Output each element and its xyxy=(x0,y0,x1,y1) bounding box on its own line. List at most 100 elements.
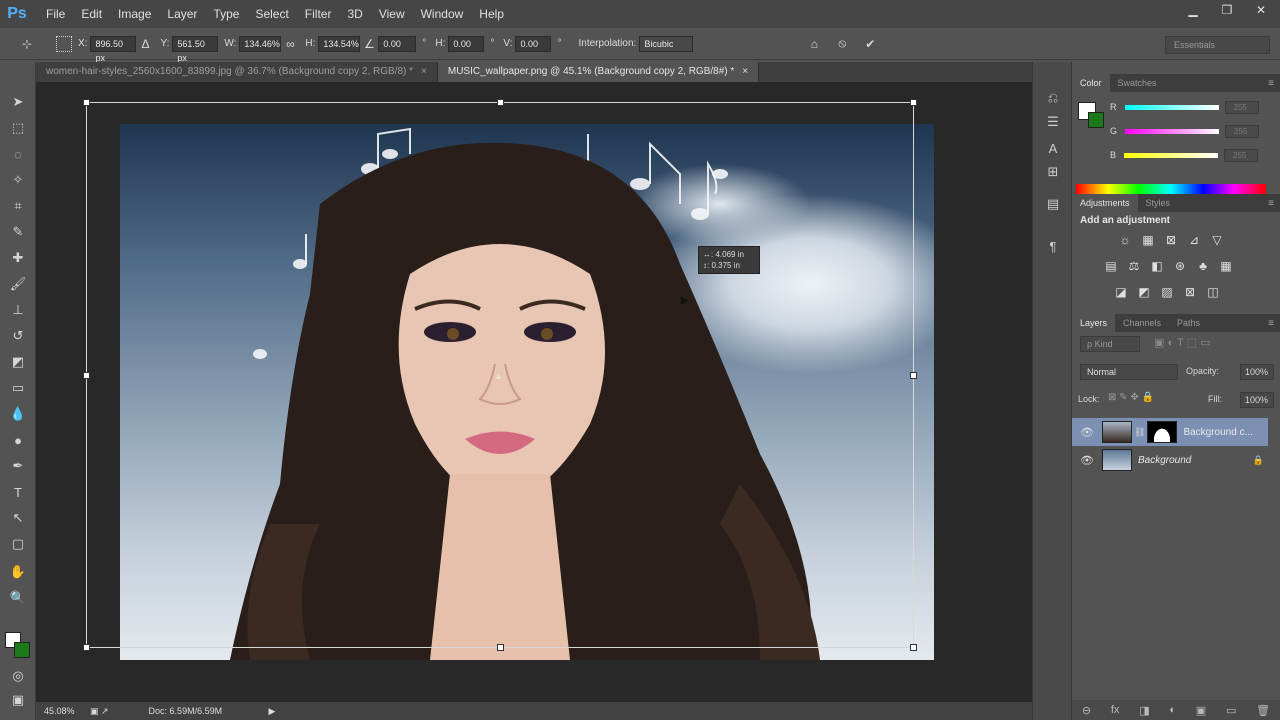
layer-row-background-copy[interactable]: 👁 ⛓ Background c... xyxy=(1072,418,1268,446)
add-mask-icon[interactable]: ◨ xyxy=(1139,704,1149,717)
black-white-icon[interactable]: ◧ xyxy=(1148,258,1166,274)
layer-style-icon[interactable]: fx xyxy=(1111,704,1120,716)
slider-track[interactable] xyxy=(1125,128,1220,134)
paragraph-panel-icon[interactable]: ¶ xyxy=(1043,236,1063,256)
channel-value[interactable]: 255 xyxy=(1224,148,1259,162)
menu-3d[interactable]: 3D xyxy=(339,0,370,28)
h-skew-field[interactable]: 0.00 xyxy=(448,35,485,52)
fill-field[interactable]: 100% xyxy=(1240,392,1274,408)
marquee-tool-icon[interactable]: ⬚ xyxy=(8,118,28,138)
visibility-eye-icon[interactable]: 👁 xyxy=(1078,426,1096,439)
new-adjustment-layer-icon[interactable]: ◐ xyxy=(1169,704,1176,716)
tab-styles[interactable]: Styles xyxy=(1138,194,1179,212)
menu-edit[interactable]: Edit xyxy=(73,0,110,28)
transform-handle-bottom-left[interactable] xyxy=(83,644,90,651)
channel-value[interactable]: 255 xyxy=(1224,100,1259,114)
workspace-select[interactable]: Essentials xyxy=(1165,36,1270,54)
type-tool-icon[interactable]: T xyxy=(8,482,28,502)
document-canvas[interactable]: ⌖ ↔: 4.069 in ↕: 0.375 in ➤ xyxy=(36,82,1032,702)
new-group-icon[interactable]: ▣ xyxy=(1196,704,1206,717)
brightness-icon[interactable]: ☼ xyxy=(1116,232,1134,248)
layer-row-background[interactable]: 👁 Background 🔒 xyxy=(1072,446,1268,474)
lasso-tool-icon[interactable]: ◌ xyxy=(8,144,28,164)
quick-mask-icon[interactable]: ◎ xyxy=(8,666,28,686)
color-balance-icon[interactable]: ⚖ xyxy=(1125,258,1143,274)
tab-close-icon[interactable]: × xyxy=(421,66,427,77)
menu-type[interactable]: Type xyxy=(205,0,247,28)
tab-paths[interactable]: Paths xyxy=(1169,314,1208,332)
tab-swatches[interactable]: Swatches xyxy=(1110,74,1165,92)
free-transform-bounding-box[interactable]: ⌖ xyxy=(83,99,917,651)
hand-tool-icon[interactable]: ✋ xyxy=(8,562,28,582)
restore-button[interactable]: ❐ xyxy=(1214,0,1240,20)
tab-close-icon[interactable]: × xyxy=(742,66,748,77)
close-button[interactable]: ✕ xyxy=(1248,0,1274,20)
channel-value[interactable]: 255 xyxy=(1225,124,1260,138)
threshold-icon[interactable]: ▨ xyxy=(1158,284,1176,300)
status-menu-arrow-icon[interactable]: ▶ xyxy=(269,706,276,717)
commit-transform-icon[interactable]: ✔ xyxy=(861,35,879,53)
stamp-tool-icon[interactable]: ⊥ xyxy=(8,300,28,320)
crop-tool-icon[interactable]: ⌗ xyxy=(8,196,28,216)
warp-icon[interactable]: ⌂ xyxy=(805,35,823,53)
history-brush-icon[interactable]: ↺ xyxy=(8,326,28,346)
x-field[interactable]: 896.50 px xyxy=(90,35,137,63)
pen-tool-icon[interactable]: ✒ xyxy=(8,456,28,476)
green-slider[interactable]: G 255 xyxy=(1110,124,1260,138)
opacity-field[interactable]: 100% xyxy=(1240,364,1274,380)
transform-center-icon[interactable]: ⌖ xyxy=(495,370,502,385)
blue-slider[interactable]: B 255 xyxy=(1110,148,1259,162)
levels-icon[interactable]: ▦ xyxy=(1139,232,1157,248)
tab-women-hair-styles[interactable]: women-hair-styles_2560x1600_83899.jpg @ … xyxy=(36,62,438,82)
mask-link-icon[interactable]: ⛓ xyxy=(1134,427,1145,438)
tab-adjustments[interactable]: Adjustments xyxy=(1072,194,1138,212)
reference-point-icon[interactable] xyxy=(56,35,72,52)
background-color-swatch[interactable] xyxy=(14,642,30,658)
eyedropper-icon[interactable]: ✎ xyxy=(8,222,28,242)
interpolation-select[interactable]: Bicubic xyxy=(639,35,694,52)
delete-layer-icon[interactable]: 🗑 xyxy=(1256,704,1270,717)
path-selection-icon[interactable]: ↖ xyxy=(8,508,28,528)
curves-icon[interactable]: ⊠ xyxy=(1162,232,1180,248)
tab-channels[interactable]: Channels xyxy=(1115,314,1169,332)
menu-window[interactable]: Window xyxy=(413,0,472,28)
hue-saturation-icon[interactable]: ▤ xyxy=(1102,258,1120,274)
transform-handle-right[interactable] xyxy=(910,372,917,379)
healing-brush-icon[interactable]: ✚ xyxy=(8,248,28,268)
transform-handle-bottom-right[interactable] xyxy=(910,644,917,651)
photo-filter-icon[interactable]: ⊛ xyxy=(1171,258,1189,274)
layer-mask-thumbnail[interactable] xyxy=(1147,421,1178,443)
panel-menu-icon[interactable]: ≡ xyxy=(1268,78,1274,89)
screen-mode-icon[interactable]: ▣ xyxy=(8,690,28,710)
tab-color[interactable]: Color xyxy=(1072,74,1110,92)
v-skew-field[interactable]: 0.00 xyxy=(515,35,552,52)
transform-handle-left[interactable] xyxy=(83,372,90,379)
transform-handle-bottom[interactable] xyxy=(497,644,504,651)
lock-icons[interactable]: ⊠ ✎ ✥ 🔒 xyxy=(1108,392,1154,403)
posterize-icon[interactable]: ◩ xyxy=(1135,284,1153,300)
blend-mode-select[interactable]: Normal xyxy=(1080,364,1178,380)
link-layers-icon[interactable]: ⊖ xyxy=(1082,704,1091,717)
minimize-button[interactable]: ▁ xyxy=(1180,0,1206,20)
zoom-tool-icon[interactable]: 🔍 xyxy=(8,588,28,608)
menu-file[interactable]: File xyxy=(38,0,73,28)
width-field[interactable]: 134.46% xyxy=(239,35,282,52)
transform-handle-top-right[interactable] xyxy=(910,99,917,106)
status-info-icon[interactable]: ▣ ↗ xyxy=(90,706,109,717)
invert-icon[interactable]: ◪ xyxy=(1112,284,1130,300)
shape-tool-icon[interactable]: ▢ xyxy=(8,534,28,554)
menu-layer[interactable]: Layer xyxy=(159,0,205,28)
move-tool-icon[interactable]: ➤ xyxy=(8,92,28,112)
eraser-tool-icon[interactable]: ◩ xyxy=(8,352,28,372)
color-lookup-icon[interactable]: ▦ xyxy=(1217,258,1235,274)
transform-handle-top-left[interactable] xyxy=(83,99,90,106)
history-panel-icon[interactable]: ⎌ xyxy=(1043,88,1063,108)
vibrance-icon[interactable]: ▽ xyxy=(1208,232,1226,248)
menu-view[interactable]: View xyxy=(371,0,413,28)
channel-mixer-icon[interactable]: ♣ xyxy=(1194,258,1212,274)
menu-select[interactable]: Select xyxy=(247,0,296,28)
brush-tool-icon[interactable]: 🖌 xyxy=(8,274,28,294)
layer-filter-icons[interactable]: ▣ ◐ T ⬚ ▭ xyxy=(1154,336,1210,349)
dodge-tool-icon[interactable]: ● xyxy=(8,430,28,450)
tab-layers[interactable]: Layers xyxy=(1072,314,1116,332)
